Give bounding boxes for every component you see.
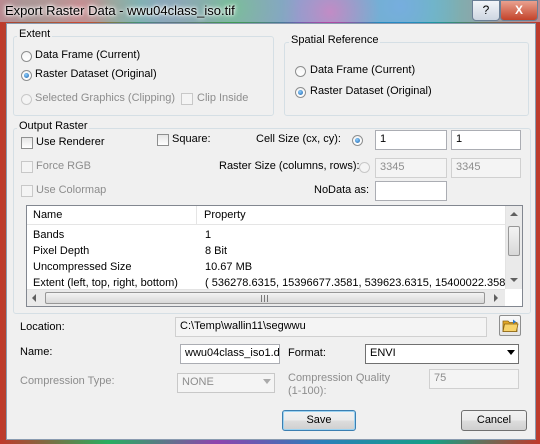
square-checkbox[interactable]: [157, 134, 169, 146]
thumb-grip: [264, 295, 265, 302]
horizontal-scroll-thumb[interactable]: [45, 292, 485, 304]
nodata-label: NoData as:: [314, 184, 370, 196]
extent-legend: Extent: [17, 28, 53, 40]
window-title: Export Raster Data - wwu04class_iso.tif: [5, 3, 235, 18]
list-item[interactable]: Uncompressed Size 10.67 MB: [27, 260, 505, 276]
nodata-input[interactable]: [375, 181, 447, 201]
properties-header: Name Property: [27, 206, 505, 225]
extent-selected-graphics-radio[interactable]: [21, 94, 32, 105]
scroll-down-arrow-icon[interactable]: [510, 278, 518, 282]
location-field[interactable]: C:\Temp\wallin11\segwwu: [175, 317, 487, 337]
save-button[interactable]: Save: [282, 410, 356, 431]
name-input[interactable]: wwu04class_iso1.dat: [180, 344, 280, 364]
property-name: Uncompressed Size: [33, 261, 132, 273]
vertical-scroll-thumb[interactable]: [508, 226, 520, 256]
property-name: Pixel Depth: [33, 245, 90, 257]
cell-size-label: Cell Size (cx, cy):: [256, 133, 341, 145]
property-value: 10.67 MB: [205, 261, 253, 273]
use-renderer-checkbox[interactable]: [21, 137, 33, 149]
cell-size-x-input[interactable]: 1: [375, 130, 447, 150]
list-item[interactable]: Pixel Depth 8 Bit: [27, 244, 505, 260]
dialog-body: Extent Data Frame (Current) Raster Datas…: [6, 23, 536, 440]
sr-data-frame-label[interactable]: Data Frame (Current): [310, 64, 415, 76]
clip-inside-label[interactable]: Clip Inside: [197, 92, 248, 104]
scroll-left-arrow-icon[interactable]: [32, 294, 36, 302]
property-value: ( 536278.6315, 15396677.3581, 539623.631…: [205, 277, 519, 289]
property-value: 8 Bit: [205, 245, 228, 257]
raster-size-radio[interactable]: [359, 162, 370, 173]
folder-icon: [502, 319, 519, 332]
sr-data-frame-radio[interactable]: [295, 66, 306, 77]
column-separator[interactable]: [196, 206, 197, 225]
compression-type-dropdown[interactable]: NONE: [177, 373, 275, 393]
extent-raster-dataset-radio[interactable]: [21, 70, 32, 81]
cancel-button[interactable]: Cancel: [461, 410, 527, 431]
close-button[interactable]: X: [500, 0, 538, 21]
property-name: Bands: [33, 229, 65, 241]
clip-inside-checkbox[interactable]: [181, 93, 193, 105]
use-colormap-label[interactable]: Use Colormap: [36, 184, 106, 196]
cell-size-y-input[interactable]: 1: [451, 130, 521, 150]
sr-raster-dataset-radio[interactable]: [295, 87, 306, 98]
sr-raster-dataset-label[interactable]: Raster Dataset (Original): [310, 85, 432, 97]
format-dropdown[interactable]: ENVI: [365, 344, 519, 364]
scroll-right-arrow-icon[interactable]: [494, 294, 498, 302]
spatial-reference-group: [284, 42, 529, 116]
vertical-scrollbar[interactable]: [505, 206, 522, 289]
list-item[interactable]: Bands 1: [27, 228, 505, 244]
chevron-down-icon: [507, 350, 515, 355]
title-bar[interactable]: Export Raster Data - wwu04class_iso.tif …: [0, 0, 540, 22]
compression-quality-range-label: (1-100):: [288, 385, 327, 397]
force-rgb-label[interactable]: Force RGB: [36, 160, 91, 172]
extent-data-frame-label[interactable]: Data Frame (Current): [35, 49, 140, 61]
compression-type-value: NONE: [182, 376, 214, 388]
raster-rows-input[interactable]: 3345: [451, 158, 521, 178]
square-label[interactable]: Square:: [172, 133, 211, 145]
extent-selected-graphics-label[interactable]: Selected Graphics (Clipping): [35, 92, 175, 104]
location-label: Location:: [20, 321, 65, 333]
force-rgb-checkbox[interactable]: [21, 161, 33, 173]
browse-button[interactable]: [499, 315, 521, 336]
output-raster-legend: Output Raster: [17, 120, 90, 132]
export-raster-dialog: Export Raster Data - wwu04class_iso.tif …: [0, 0, 540, 444]
format-label: Format:: [288, 347, 326, 359]
scroll-up-arrow-icon[interactable]: [510, 212, 518, 216]
help-button[interactable]: ?: [472, 0, 500, 21]
use-renderer-label[interactable]: Use Renderer: [36, 136, 104, 148]
use-colormap-checkbox[interactable]: [21, 185, 33, 197]
chevron-down-icon: [263, 379, 271, 384]
spatial-reference-legend: Spatial Reference: [289, 34, 381, 46]
name-label: Name:: [20, 346, 53, 358]
raster-size-label: Raster Size (columns, rows):: [219, 160, 360, 172]
extent-data-frame-radio[interactable]: [21, 51, 32, 62]
compression-quality-input[interactable]: 75: [429, 369, 519, 389]
column-header-name[interactable]: Name: [33, 209, 62, 221]
format-value: ENVI: [370, 347, 396, 359]
properties-list[interactable]: Name Property Bands 1 Pixel Depth 8 Bit …: [26, 205, 523, 307]
property-value: 1: [205, 229, 212, 241]
thumb-grip: [267, 295, 268, 302]
thumb-grip: [261, 295, 262, 302]
extent-raster-dataset-label[interactable]: Raster Dataset (Original): [35, 68, 157, 80]
compression-quality-label: Compression Quality: [288, 372, 391, 384]
horizontal-scrollbar[interactable]: [27, 289, 505, 306]
compression-type-label: Compression Type:: [20, 375, 115, 387]
column-header-property[interactable]: Property: [204, 209, 246, 221]
cell-size-radio[interactable]: [352, 135, 363, 146]
raster-columns-input[interactable]: 3345: [375, 158, 447, 178]
property-name: Extent (left, top, right, bottom): [33, 277, 178, 289]
